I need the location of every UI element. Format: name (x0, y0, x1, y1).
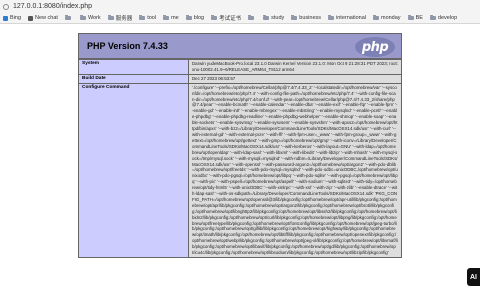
bookmark-label: develop (437, 15, 458, 21)
row-label: Build Date (78, 73, 189, 84)
chat-icon (28, 15, 34, 21)
bookmark-item[interactable]: New chat (28, 15, 58, 21)
bookmark-label: monday (380, 15, 401, 21)
bookmark-item[interactable]: me (163, 15, 179, 21)
table-row: Build Date Dec 27 2023 06:53:57 (78, 73, 402, 84)
table-row: Configure Command './configure' '--prefix… (78, 82, 402, 259)
folder-icon (407, 15, 414, 20)
bookmark-label: business (299, 15, 322, 21)
row-label: Configure Command (78, 82, 189, 259)
bing-icon (3, 15, 8, 21)
dock-app-icon[interactable]: AI (467, 268, 480, 286)
folder-icon (429, 15, 436, 20)
phpinfo-table: System Darwin yudeMacBook-Pro.local 23.1.… (78, 59, 402, 259)
address-bar[interactable]: 127.0.0.1:8080/index.php (0, 0, 480, 13)
bookmark-label: blog (193, 15, 205, 21)
folder-icon (185, 15, 192, 20)
folder-icon (328, 15, 335, 20)
bookmark-item[interactable]: international (328, 15, 366, 21)
dock-app-label: AI (470, 273, 477, 281)
page-content: PHP Version 7.4.33 php System Darwin yude… (0, 24, 480, 300)
bookmark-label: 服务器 (115, 16, 133, 22)
bookmark-item[interactable]: develop (429, 15, 458, 21)
bookmark-label: BE (415, 15, 423, 21)
bookmark-label: New chat (35, 15, 58, 21)
php-logo: php (355, 37, 395, 57)
bookmark-item[interactable]: study (263, 15, 284, 21)
bookmark-label: study (271, 15, 285, 21)
bookmark-label: tool (147, 15, 157, 21)
bookmark-item[interactable] (248, 15, 256, 20)
folder-icon (163, 15, 170, 20)
folder-icon (64, 15, 71, 20)
bookmark-item[interactable] (64, 15, 73, 20)
bookmark-item[interactable]: business (291, 15, 321, 21)
bookmark-item[interactable]: tool (139, 15, 156, 21)
url-text[interactable]: 127.0.0.1:8080/index.php (13, 3, 92, 10)
folder-icon (139, 15, 146, 20)
bookmark-label: Work (87, 15, 101, 21)
bookmark-label: Bing (10, 15, 22, 21)
folder-icon (211, 15, 218, 20)
bookmark-item[interactable]: 服务器 (107, 14, 133, 22)
site-info-icon[interactable] (3, 3, 9, 10)
folder-icon (107, 15, 114, 20)
bookmark-item[interactable]: Bing (3, 15, 21, 21)
folder-icon (79, 15, 86, 20)
page-title: PHP Version 7.4.33 (87, 41, 168, 51)
folder-icon (248, 15, 255, 20)
bookmark-item[interactable]: blog (185, 15, 205, 21)
bookmark-label: 考试证书 (219, 16, 242, 22)
php-logo-text: php (361, 39, 389, 55)
row-label: System (78, 59, 189, 75)
bookmark-label: international (336, 15, 366, 21)
bookmarks-bar: Bing New chat Work 服务器 tool me blog 考试证书 study bu… (0, 13, 480, 24)
folder-icon (291, 15, 298, 20)
bookmark-label: me (171, 15, 179, 21)
row-value: Darwin yudeMacBook-Pro.local 23.1.0 Darw… (188, 59, 402, 75)
table-row: System Darwin yudeMacBook-Pro.local 23.1.… (78, 59, 402, 75)
row-value: './configure' '--prefix=/opt/homebrew/Ce… (188, 82, 402, 259)
bookmark-item[interactable]: 考试证书 (211, 14, 241, 22)
bookmark-item[interactable]: monday (372, 15, 401, 21)
bookmark-item[interactable]: Work (79, 15, 101, 21)
folder-icon (372, 15, 379, 20)
bookmark-item[interactable]: BE (407, 15, 423, 21)
php-version-header: PHP Version 7.4.33 php (78, 33, 402, 59)
folder-icon (263, 15, 270, 20)
row-value: Dec 27 2023 06:53:57 (188, 73, 402, 84)
